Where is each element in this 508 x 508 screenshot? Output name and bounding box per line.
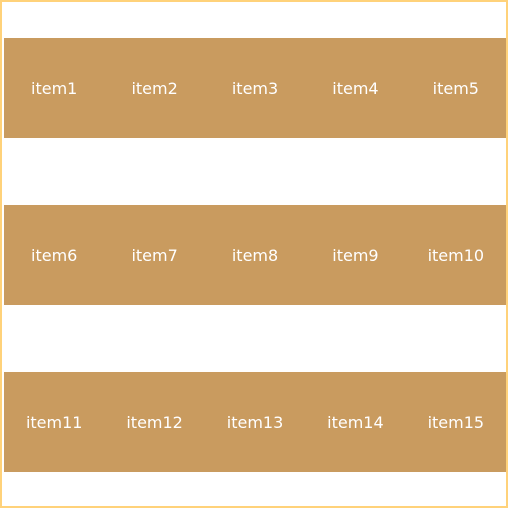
item-cell: item11 <box>25 412 83 432</box>
flex-container: item1 item2 item3 item4 item5 item6 item… <box>0 0 508 508</box>
item-row-3: item11 item12 item13 item14 item15 <box>4 372 506 472</box>
item-cell: item3 <box>231 78 279 98</box>
item-cell: item5 <box>432 78 479 98</box>
item-cell: item15 <box>427 412 485 432</box>
item-row-2: item6 item7 item8 item9 item10 <box>4 205 506 305</box>
item-cell: item6 <box>31 245 78 265</box>
item-row-1: item1 item2 item3 item4 item5 <box>4 38 506 138</box>
item-cell: item2 <box>131 78 178 98</box>
item-cell: item10 <box>427 245 485 265</box>
item-cell: item9 <box>332 245 379 265</box>
item-cell: item8 <box>231 245 279 265</box>
item-cell: item12 <box>126 412 183 432</box>
item-cell: item13 <box>226 412 284 432</box>
item-cell: item1 <box>31 78 78 98</box>
item-cell: item4 <box>332 78 379 98</box>
item-cell: item7 <box>131 245 178 265</box>
item-cell: item14 <box>327 412 384 432</box>
